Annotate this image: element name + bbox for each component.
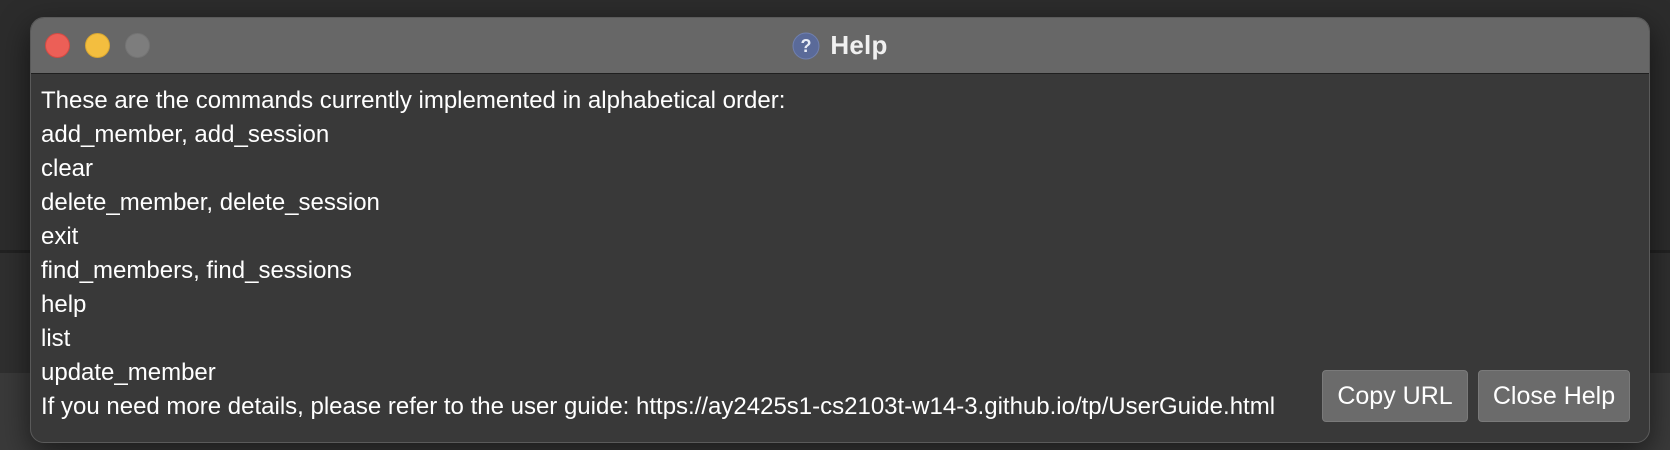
help-message: These are the commands currently impleme… bbox=[41, 84, 1341, 424]
help-line-command: exit bbox=[41, 223, 79, 250]
title-bar[interactable]: ? Help bbox=[31, 18, 1649, 74]
help-line-command: clear bbox=[41, 155, 94, 182]
close-help-button[interactable]: Close Help bbox=[1478, 370, 1630, 422]
question-mark-icon: ? bbox=[792, 32, 820, 59]
window-title-group: ? Help bbox=[31, 18, 1649, 73]
help-line-command: help bbox=[41, 291, 87, 318]
help-line-command: delete_member, delete_session bbox=[41, 189, 380, 216]
help-window: ? Help These are the commands currently … bbox=[30, 17, 1650, 443]
help-line-command: find_members, find_sessions bbox=[41, 257, 352, 284]
svg-text:?: ? bbox=[801, 36, 812, 56]
help-line-command: add_member, add_session bbox=[41, 121, 330, 148]
help-line-command: list bbox=[41, 325, 71, 352]
help-line-command: update_member bbox=[41, 359, 216, 386]
copy-url-button[interactable]: Copy URL bbox=[1322, 370, 1468, 422]
help-line-intro: These are the commands currently impleme… bbox=[41, 87, 786, 114]
help-line-user-guide-url: If you need more details, please refer t… bbox=[41, 393, 1276, 420]
window-title: Help bbox=[830, 30, 888, 60]
